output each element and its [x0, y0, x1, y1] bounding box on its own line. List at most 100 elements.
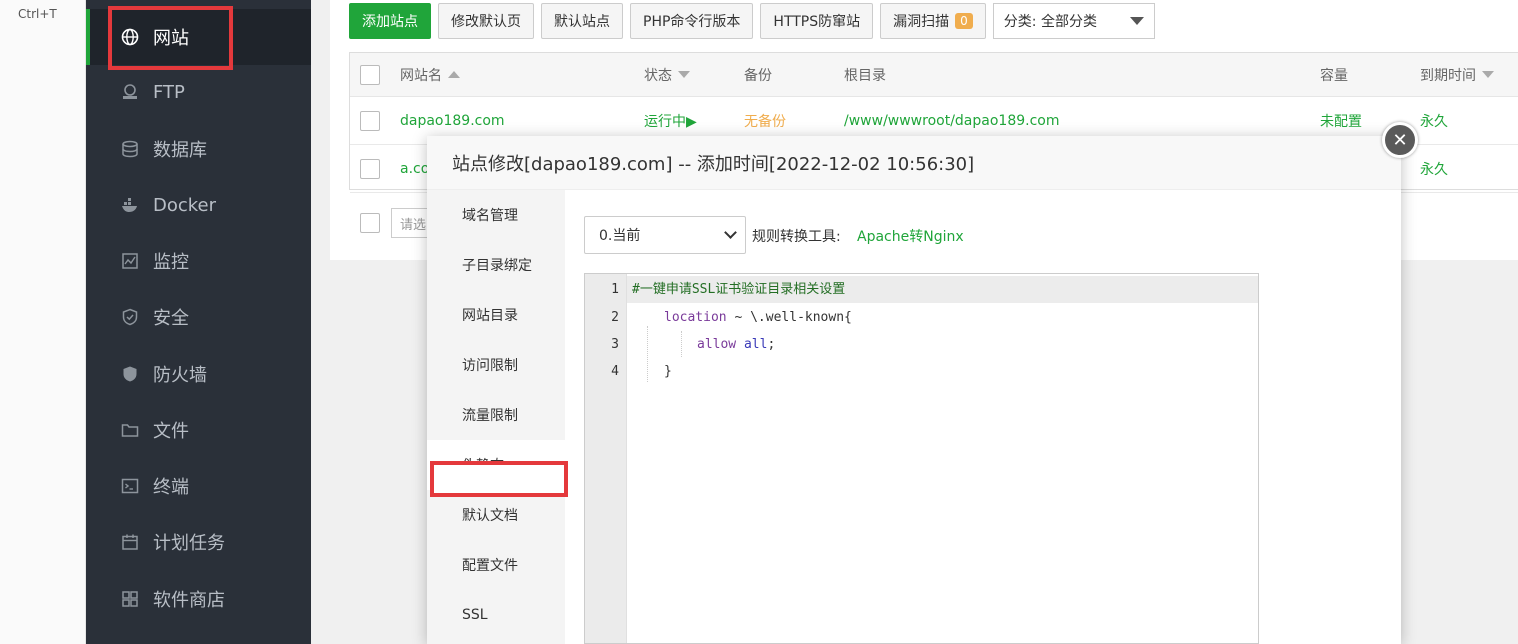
- select-all-checkbox[interactable]: [360, 64, 380, 85]
- sidebar-item-monitor[interactable]: 监控: [86, 233, 311, 289]
- modal-tabs: 域名管理 子目录绑定 网站目录 访问限制 流量限制 伪静态 默认文档 配置文件 …: [427, 190, 565, 644]
- sidebar-item-label: 安全: [153, 308, 189, 329]
- col-expire-label: 到期时间: [1420, 67, 1476, 84]
- line-number: 3: [611, 337, 619, 352]
- tab-default-document[interactable]: 默认文档: [427, 490, 565, 540]
- site-edit-modal: 站点修改[dapao189.com] -- 添加时间[2022-12-02 10…: [427, 136, 1401, 644]
- col-status[interactable]: 状态: [644, 53, 690, 96]
- code-value: all: [743, 337, 768, 352]
- line-number: 1: [611, 282, 619, 297]
- sort-desc-icon: [1482, 71, 1494, 78]
- bulk-select-checkbox[interactable]: [360, 213, 380, 233]
- sidebar: 网站 FTP 数据库 Docker 监控 安全 防火墙 文件 终端 计划任务 软…: [86, 0, 311, 644]
- col-backup: 备份: [744, 67, 772, 84]
- tab-traffic-limit[interactable]: 流量限制: [427, 390, 565, 440]
- sidebar-item-files[interactable]: 文件: [86, 402, 311, 458]
- code-text: ;: [767, 337, 776, 352]
- row-checkbox[interactable]: [360, 110, 380, 131]
- folder-icon: [121, 421, 139, 439]
- php-cli-version-button[interactable]: PHP命令行版本: [630, 3, 754, 39]
- col-site-name-label: 网站名: [400, 67, 442, 84]
- sidebar-item-docker[interactable]: Docker: [86, 177, 311, 233]
- vuln-count-badge: 0: [955, 13, 973, 29]
- tab-rewrite[interactable]: 伪静态: [427, 440, 565, 490]
- firewall-icon: [121, 365, 139, 383]
- tab-domain-management[interactable]: 域名管理: [427, 190, 565, 240]
- code-line-4: }: [664, 364, 672, 379]
- table-header: 网站名 状态 备份 根目录 容量 到期时间: [350, 53, 1518, 97]
- col-expire[interactable]: 到期时间: [1420, 53, 1494, 96]
- monitor-icon: [121, 252, 139, 270]
- tab-access-limit[interactable]: 访问限制: [427, 340, 565, 390]
- rewrite-version-select[interactable]: 0.当前: [584, 216, 746, 254]
- close-icon: ✕: [1392, 129, 1408, 151]
- shield-icon: [121, 308, 139, 326]
- col-root-dir: 根目录: [844, 67, 886, 84]
- category-select[interactable]: 分类: 全部分类: [992, 3, 1155, 39]
- sidebar-item-cron[interactable]: 计划任务: [86, 514, 311, 570]
- sidebar-item-label: FTP: [153, 81, 185, 103]
- tab-ssl[interactable]: SSL: [427, 590, 565, 640]
- rewrite-panel: 0.当前 规则转换工具: Apache转Nginx 1 2 3 4 #一键申请S…: [565, 190, 1401, 644]
- sort-asc-icon: [448, 71, 460, 78]
- site-name-link[interactable]: a.co: [400, 145, 429, 192]
- col-site-name[interactable]: 网站名: [400, 53, 460, 96]
- site-toolbar: 添加站点 修改默认页 默认站点 PHP命令行版本 HTTPS防窜站 漏洞扫描 0…: [349, 3, 1155, 39]
- modal-title: 站点修改[dapao189.com] -- 添加时间[2022-12-02 10…: [427, 136, 1401, 190]
- expire-link[interactable]: 永久: [1420, 97, 1448, 144]
- rewrite-code-editor[interactable]: 1 2 3 4 #一键申请SSL证书验证目录相关设置 location ~ \.…: [584, 273, 1259, 644]
- https-anti-hijack-button[interactable]: HTTPS防窜站: [760, 3, 874, 39]
- sidebar-item-firewall[interactable]: 防火墙: [86, 346, 311, 402]
- col-status-label: 状态: [644, 67, 672, 84]
- sidebar-item-website[interactable]: 网站: [86, 9, 311, 65]
- rule-converter-label: 规则转换工具:: [752, 229, 841, 245]
- sidebar-item-security[interactable]: 安全: [86, 289, 311, 345]
- col-quota: 容量: [1320, 67, 1348, 84]
- tab-site-directory[interactable]: 网站目录: [427, 290, 565, 340]
- sidebar-item-label: 文件: [153, 421, 189, 442]
- bulk-actions: 请选: [360, 208, 437, 238]
- database-icon: [121, 140, 139, 158]
- sidebar-item-label: 计划任务: [153, 533, 225, 554]
- vuln-scan-button[interactable]: 漏洞扫描 0: [880, 3, 986, 39]
- sidebar-item-label: 网站: [153, 28, 189, 49]
- close-modal-button[interactable]: ✕: [1382, 122, 1418, 158]
- sidebar-item-label: Docker: [153, 194, 217, 216]
- rewrite-version-value: 0.当前: [599, 228, 641, 244]
- calendar-icon: [121, 533, 139, 551]
- indent-guide: [647, 326, 648, 382]
- sidebar-item-label: 终端: [153, 477, 189, 498]
- docker-icon: [121, 196, 139, 214]
- indent-guide: [681, 331, 682, 357]
- apache-to-nginx-link[interactable]: Apache转Nginx: [857, 226, 964, 246]
- default-site-button[interactable]: 默认站点: [541, 3, 623, 39]
- edit-default-page-button[interactable]: 修改默认页: [438, 3, 534, 39]
- line-number: 4: [611, 364, 619, 379]
- vuln-scan-label: 漏洞扫描: [893, 14, 950, 30]
- sidebar-item-terminal[interactable]: 终端: [86, 458, 311, 514]
- tab-config-file[interactable]: 配置文件: [427, 540, 565, 590]
- caret-down-icon: [1129, 17, 1144, 25]
- apps-icon: [121, 590, 139, 608]
- code-keyword: location: [664, 310, 727, 325]
- sidebar-item-database[interactable]: 数据库: [86, 121, 311, 177]
- code-keyword: allow: [697, 337, 737, 352]
- ftp-icon: [121, 83, 139, 101]
- shortcut-strip: Ctrl+T: [0, 0, 86, 644]
- sidebar-item-ftp[interactable]: FTP: [86, 64, 311, 120]
- row-checkbox[interactable]: [360, 158, 380, 179]
- line-number: 2: [611, 310, 619, 325]
- sidebar-item-app-store[interactable]: 软件商店: [86, 571, 311, 627]
- sidebar-item-label: 软件商店: [153, 590, 225, 611]
- expire-link[interactable]: 永久: [1420, 145, 1448, 192]
- shortcut-hint: Ctrl+T: [18, 7, 57, 21]
- terminal-icon: [121, 477, 139, 495]
- add-site-button[interactable]: 添加站点: [349, 3, 431, 39]
- code-text: ~ \.well-known{: [726, 310, 852, 325]
- sidebar-item-label: 监控: [153, 252, 189, 273]
- tab-subdirectory-binding[interactable]: 子目录绑定: [427, 240, 565, 290]
- sidebar-item-label: 数据库: [153, 140, 207, 161]
- category-select-value: 分类: 全部分类: [1003, 14, 1097, 30]
- code-line-3: allow all;: [697, 331, 775, 359]
- code-line-1: #一键申请SSL证书验证目录相关设置: [632, 282, 846, 297]
